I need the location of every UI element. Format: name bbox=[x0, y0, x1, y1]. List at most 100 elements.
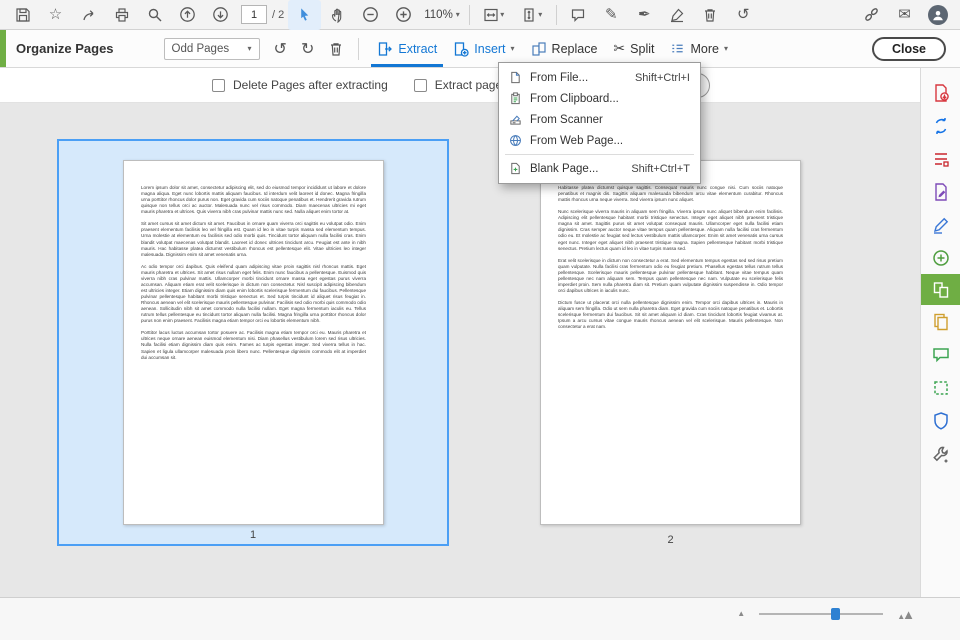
close-button[interactable]: Close bbox=[871, 36, 946, 61]
more-label: More bbox=[690, 41, 719, 56]
scan-ocr-icon[interactable] bbox=[921, 371, 960, 404]
organize-pages-toolbar: Organize Pages Odd Pages ▾ ↺ ↻ Extract I… bbox=[0, 30, 960, 68]
from-scanner-icon bbox=[510, 115, 521, 125]
from-file-icon bbox=[511, 71, 520, 84]
extract-separate-checkbox[interactable] bbox=[413, 78, 427, 92]
menu-separator bbox=[505, 154, 694, 155]
zoom-in-icon[interactable] bbox=[387, 0, 420, 30]
page-scroll-dropdown[interactable]: ▾ bbox=[513, 0, 551, 30]
page-fit-dropdown[interactable]: ▾ bbox=[475, 0, 513, 30]
organize-pages-icon[interactable] bbox=[920, 274, 960, 305]
pencil-icon[interactable]: ✎ bbox=[595, 0, 628, 30]
zoom-smaller-icon[interactable]: ▲ bbox=[737, 610, 745, 618]
star-icon[interactable]: ☆ bbox=[39, 0, 72, 30]
blank-page-icon bbox=[511, 162, 520, 175]
copy-pages-icon[interactable] bbox=[921, 305, 960, 338]
page-2-text: Habitasse platea dictumst quisque sagitt… bbox=[558, 185, 783, 510]
select-tool-icon[interactable] bbox=[288, 0, 322, 30]
page-1-text: Lorem ipsum dolor sit amet, consectetur … bbox=[141, 185, 366, 510]
page-thumbnail-2[interactable]: Habitasse platea dictumst quisque sagitt… bbox=[538, 158, 803, 548]
pen-icon[interactable]: ✒ bbox=[628, 0, 661, 30]
menu-item-from-scanner[interactable]: From Scanner bbox=[499, 109, 700, 130]
paragraph: Ac odio tempor orci dapibus. Quis eleife… bbox=[141, 263, 366, 324]
chevron-down-icon: ▾ bbox=[510, 43, 515, 53]
extract-tab[interactable]: Extract bbox=[369, 30, 445, 67]
from-web-page-icon bbox=[510, 134, 521, 147]
extract-icon bbox=[379, 41, 393, 56]
account-button[interactable] bbox=[921, 0, 954, 30]
menu-item-label: From Web Page... bbox=[530, 134, 624, 147]
split-label: Split bbox=[630, 41, 655, 56]
page-number-label: 2 bbox=[667, 534, 674, 546]
edit-pdf-icon[interactable] bbox=[921, 175, 960, 208]
paragraph: Nunc scelerisque viverra mauris in aliqu… bbox=[558, 209, 783, 251]
menu-item-label: From Scanner bbox=[530, 113, 603, 126]
from-clipboard-icon bbox=[511, 92, 520, 105]
hand-tool-icon[interactable] bbox=[321, 0, 354, 30]
chevron-down-icon: ▾ bbox=[723, 43, 728, 53]
extract-options-bar: Delete Pages after extracting Extract pa… bbox=[0, 68, 920, 103]
paragraph: Porttitor lacus luctus accumsan tortor p… bbox=[141, 330, 366, 360]
extract-label: Extract bbox=[398, 41, 438, 56]
insert-menu: From File... Shift+Ctrl+I From Clipboard… bbox=[498, 62, 701, 184]
delete-icon[interactable] bbox=[694, 0, 727, 30]
zoom-level-dropdown[interactable]: 110% ▾ bbox=[424, 9, 460, 21]
divider bbox=[468, 4, 470, 25]
signature-icon[interactable] bbox=[661, 0, 694, 30]
save-icon[interactable] bbox=[6, 0, 39, 30]
delete-pages-checkbox[interactable] bbox=[212, 78, 225, 92]
page-number-input[interactable] bbox=[241, 5, 267, 24]
insert-icon bbox=[455, 41, 469, 57]
create-pdf-icon[interactable] bbox=[921, 109, 960, 142]
mail-icon[interactable]: ✉ bbox=[888, 0, 921, 30]
divider bbox=[358, 37, 360, 60]
rotate-left-icon[interactable]: ↺ bbox=[274, 39, 287, 59]
chevron-down-icon: ▾ bbox=[500, 9, 505, 19]
page-thumbnail-1[interactable]: Lorem ipsum dolor sit amet, consectetur … bbox=[57, 139, 449, 546]
bottom-bar: ▲ ▲ ▲ bbox=[0, 597, 960, 640]
menu-item-from-web-page[interactable]: From Web Page... bbox=[499, 130, 700, 151]
paragraph: Lorem ipsum dolor sit amet, consectetur … bbox=[141, 185, 366, 215]
zoom-out-icon[interactable] bbox=[354, 0, 387, 30]
chevron-down-icon: ▾ bbox=[455, 9, 460, 19]
page-indicator: / 2 bbox=[241, 5, 284, 24]
paragraph: Erat velit scelerisque in dictum non con… bbox=[558, 257, 783, 293]
organize-accent-strip bbox=[0, 30, 6, 67]
avatar bbox=[927, 4, 948, 25]
previous-page-icon[interactable] bbox=[171, 0, 204, 30]
add-pages-icon[interactable] bbox=[921, 241, 960, 274]
paragraph: Sit amet cursus sit amet dictum sit amet… bbox=[141, 221, 366, 257]
print-icon[interactable] bbox=[105, 0, 138, 30]
rotate-right-icon[interactable]: ↻ bbox=[301, 39, 314, 59]
search-icon[interactable] bbox=[138, 0, 171, 30]
menu-item-from-file[interactable]: From File... Shift+Ctrl+I bbox=[499, 67, 700, 88]
comment-icon[interactable] bbox=[562, 0, 595, 30]
protect-icon[interactable] bbox=[921, 404, 960, 437]
undo-icon[interactable]: ↺ bbox=[727, 0, 760, 30]
zoom-level: 110% bbox=[424, 8, 453, 21]
thumbnail-zoom-slider[interactable] bbox=[759, 608, 884, 620]
next-page-icon[interactable] bbox=[204, 0, 237, 30]
menu-item-from-clipboard[interactable]: From Clipboard... bbox=[499, 88, 700, 109]
menu-item-label: From File... bbox=[530, 71, 589, 84]
insert-label: Insert bbox=[474, 41, 506, 56]
link-icon[interactable] bbox=[855, 0, 888, 30]
comment-tool-icon[interactable] bbox=[921, 338, 960, 371]
combine-files-icon[interactable] bbox=[921, 142, 960, 175]
export-pdf-icon[interactable] bbox=[921, 76, 960, 109]
page-sheet-2[interactable]: Habitasse platea dictumst quisque sagitt… bbox=[540, 160, 801, 525]
top-toolbar: ☆ / 2 110% ▾ ▾ ▾ ✎ ✒ bbox=[0, 0, 960, 30]
paragraph: Dictum fusce ut placerat orci nulla pell… bbox=[558, 300, 783, 330]
fill-sign-icon[interactable] bbox=[921, 208, 960, 241]
page-sheet-1[interactable]: Lorem ipsum dolor sit amet, consectetur … bbox=[123, 160, 384, 525]
slider-handle[interactable] bbox=[831, 608, 841, 620]
page-range-select[interactable]: Odd Pages ▾ bbox=[163, 37, 260, 60]
page-number-label: 1 bbox=[249, 529, 257, 541]
zoom-larger-icon[interactable]: ▲ ▲ bbox=[897, 608, 915, 621]
split-icon: ✂ bbox=[613, 40, 626, 56]
more-tools-icon[interactable] bbox=[921, 437, 960, 470]
share-icon[interactable] bbox=[72, 0, 105, 30]
divider bbox=[555, 4, 557, 25]
menu-item-blank-page[interactable]: Blank Page... Shift+Ctrl+T bbox=[499, 158, 700, 179]
delete-pages-icon[interactable] bbox=[328, 41, 344, 57]
